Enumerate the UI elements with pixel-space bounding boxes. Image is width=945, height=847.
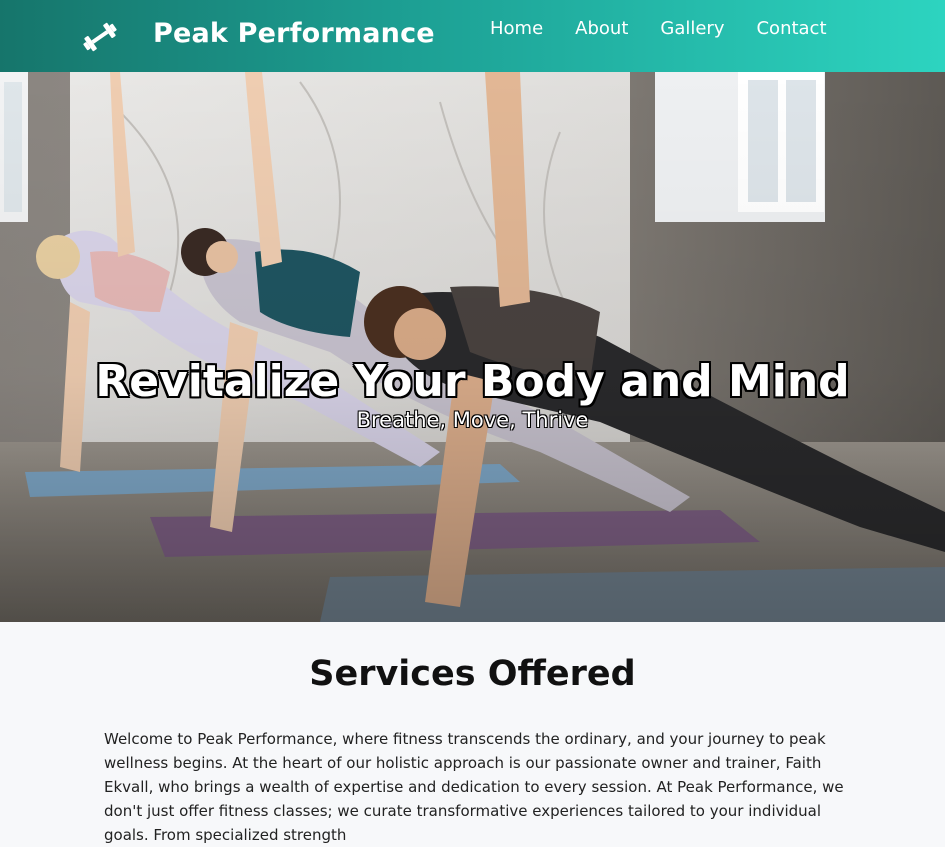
hero-section: Revitalize Your Body and Mind Breathe, M…	[0, 72, 945, 622]
nav-about-link[interactable]: About	[575, 18, 628, 39]
site-header: Peak Performance Home About Gallery Cont…	[0, 0, 945, 72]
dumbbell-icon[interactable]	[80, 20, 120, 54]
nav-contact-link[interactable]: Contact	[756, 18, 826, 39]
services-description: Welcome to Peak Performance, where fitne…	[104, 730, 844, 844]
brand-name[interactable]: Peak Performance	[153, 18, 435, 49]
hero-title: Revitalize Your Body and Mind	[95, 356, 850, 407]
hero-photo	[0, 72, 945, 622]
nav-gallery-link[interactable]: Gallery	[660, 18, 724, 39]
nav-home-link[interactable]: Home	[490, 18, 543, 39]
hero-subtitle: Breathe, Move, Thrive	[356, 408, 589, 432]
main-nav: Home About Gallery Contact	[490, 18, 859, 39]
services-title: Services Offered	[309, 654, 636, 694]
